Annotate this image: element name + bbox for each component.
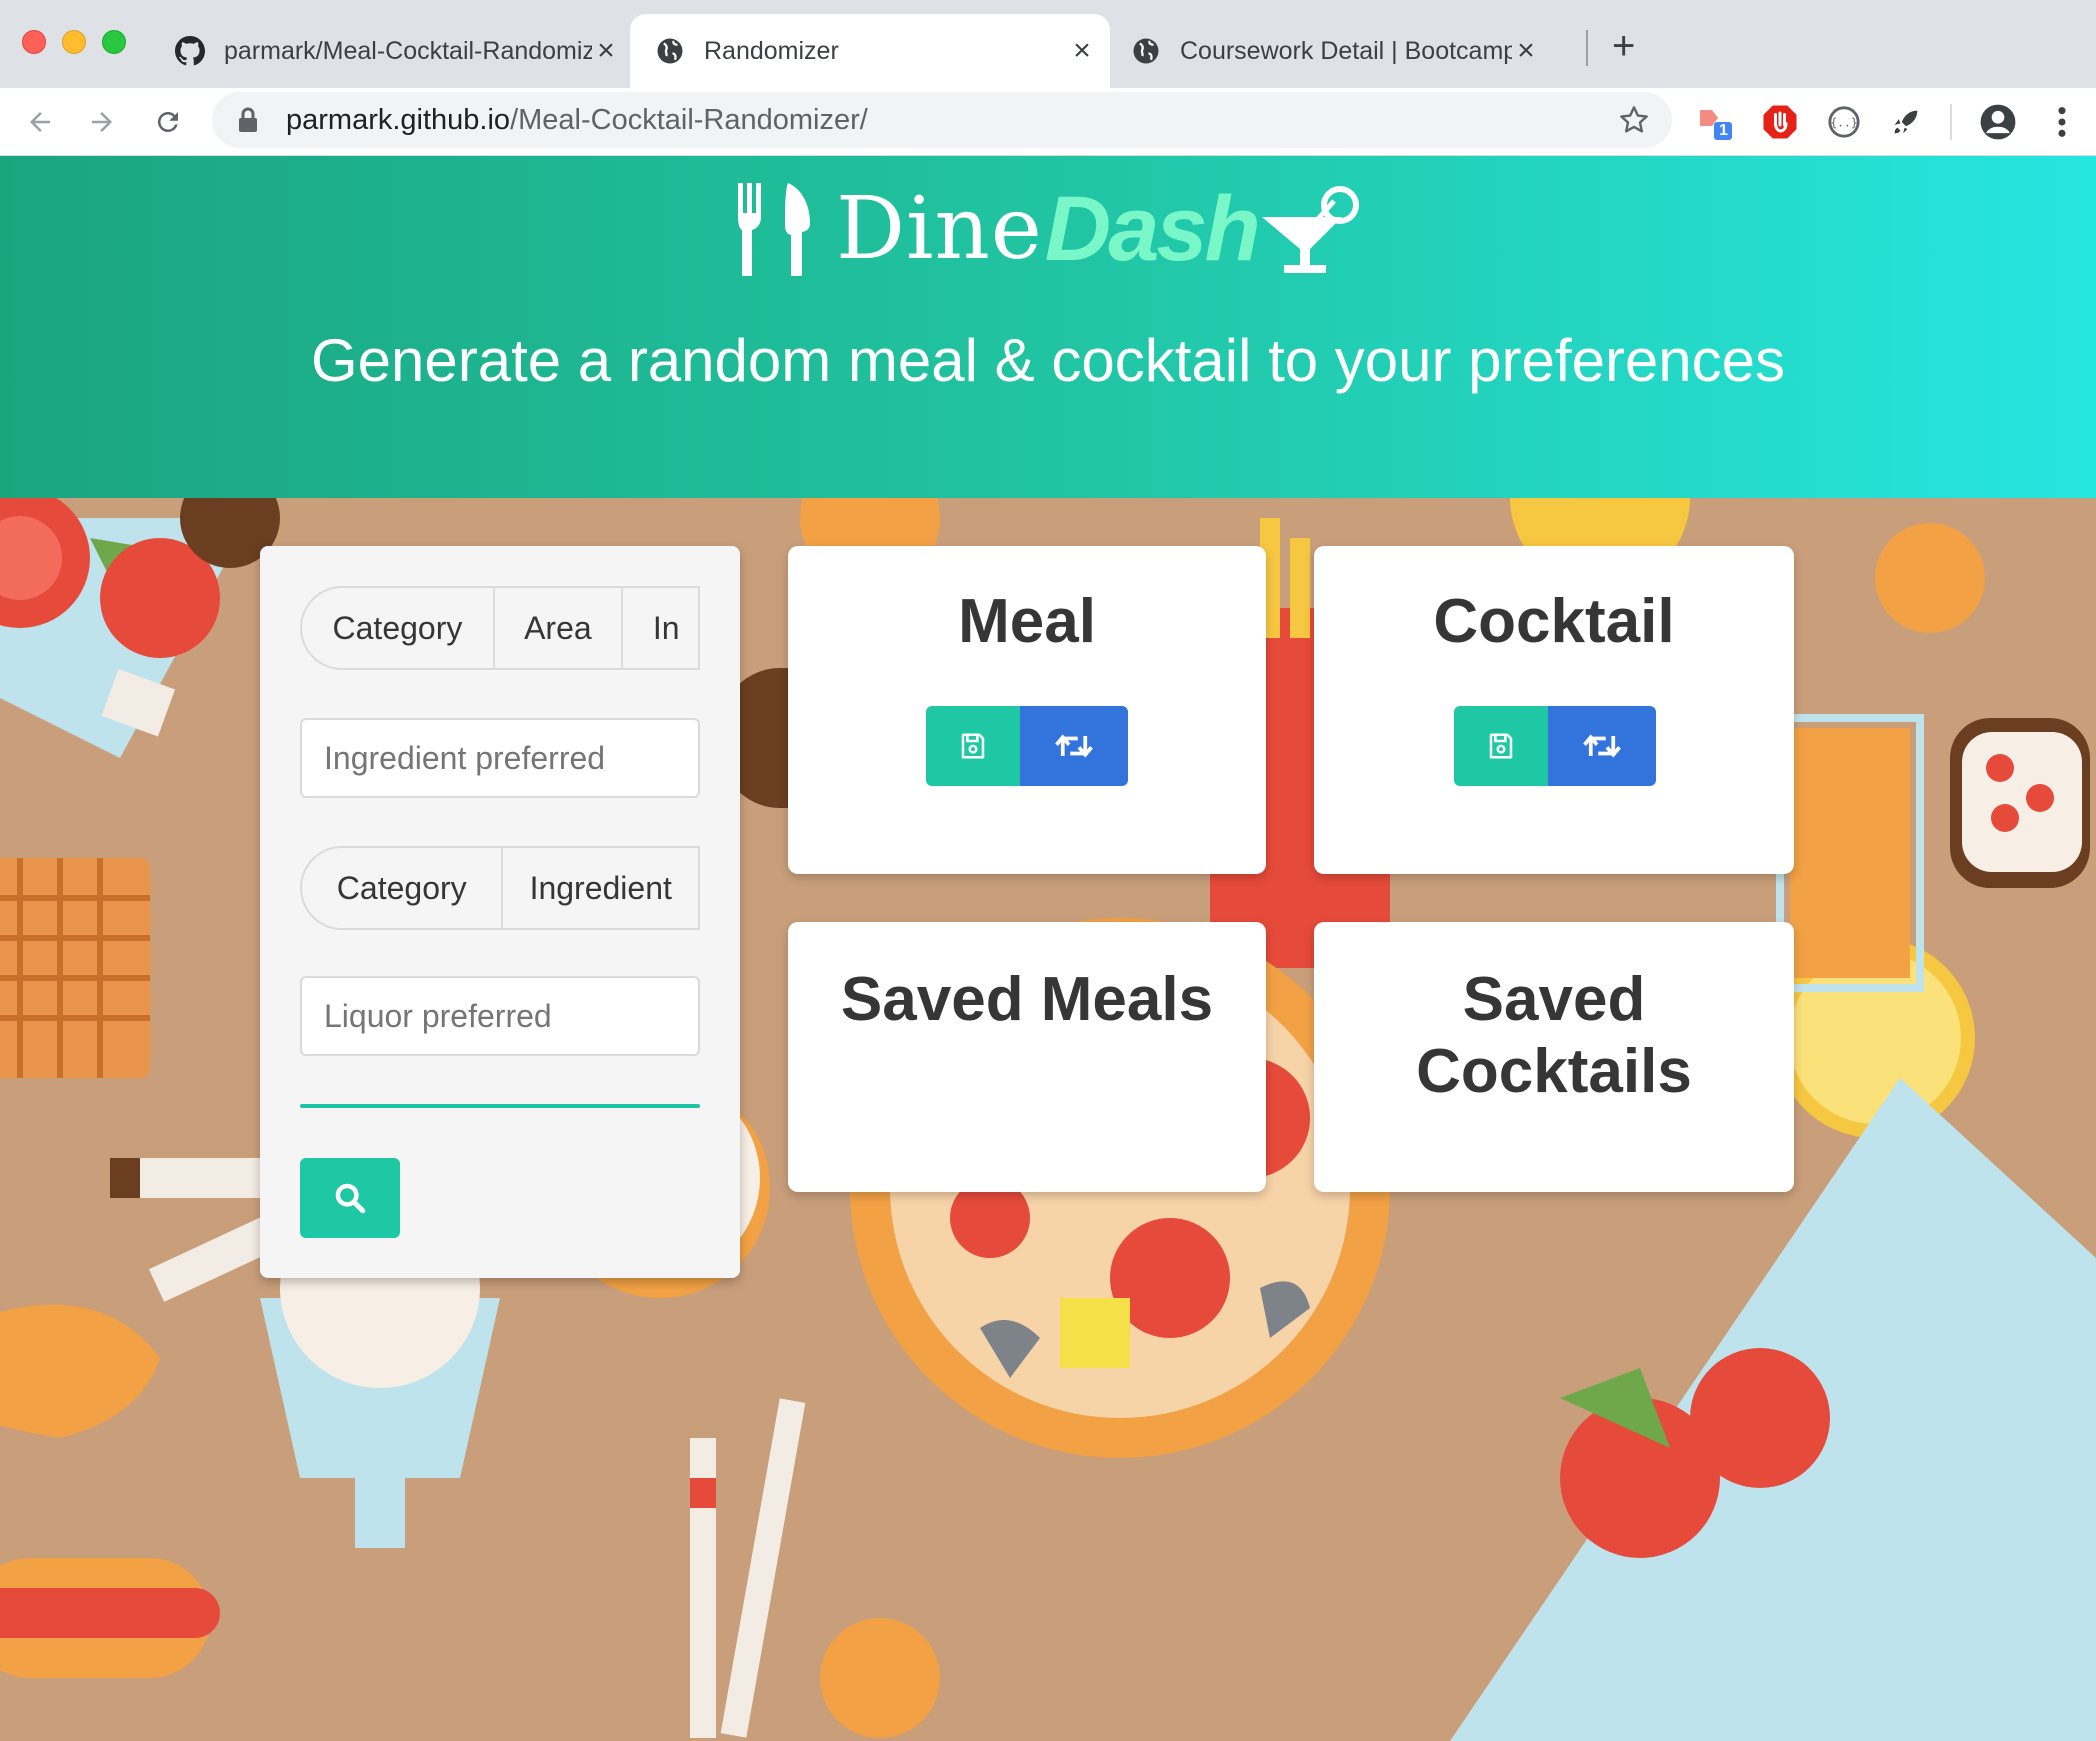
retweet-icon [1583,734,1621,758]
tab-title: Coursework Detail | Bootcamp Spot [1180,36,1512,65]
new-tab-button[interactable]: + [1612,24,1635,69]
panel-divider [300,1104,700,1108]
toolbar-separator [1950,104,1952,140]
save-meal-button[interactable] [926,706,1020,786]
dinedash-logo[interactable]: Dine Dash [736,174,1362,284]
browser-tab-strip: parmark/Meal-Cocktail-Randomizer × Rando… [0,0,2096,88]
meal-card-title: Meal [958,587,1096,656]
save-icon [961,733,985,759]
tab-github[interactable]: parmark/Meal-Cocktail-Randomizer × [160,14,620,88]
cocktail-button-group [1454,706,1656,786]
tab-randomizer[interactable]: Randomizer × [630,14,1110,88]
page-tagline: Generate a random meal & cocktail to you… [310,327,1786,394]
cocktail-card-title: Cocktail [1433,587,1675,656]
back-button[interactable] [18,100,62,144]
adblock-icon[interactable] [1760,102,1800,142]
rocket-icon[interactable] [1886,102,1926,142]
menu-kebab-icon[interactable] [2042,102,2082,142]
tab-bootcamp[interactable]: Coursework Detail | Bootcamp Spot × [1120,14,1540,88]
meal-card: Meal [788,546,1266,874]
filter-panel: Category Area In Category Ingredient [260,546,740,1278]
shuffle-cocktail-button[interactable] [1548,706,1656,786]
tab-cocktail-category[interactable]: Category [302,848,504,928]
extension-badge: 1 [1719,122,1728,139]
meal-button-group [926,706,1128,786]
retweet-icon [1055,734,1093,758]
window-close-button[interactable] [22,30,46,54]
svg-text:{..}: {..} [1830,115,1857,129]
liquor-input[interactable] [300,976,700,1056]
profile-avatar-icon[interactable] [1978,102,2018,142]
reload-button[interactable] [146,100,190,144]
url-text: parmark.github.io/Meal-Cocktail-Randomiz… [286,103,868,136]
logo-dash-text: Dash [1044,177,1261,280]
window-minimize-button[interactable] [62,30,86,54]
address-bar[interactable]: parmark.github.io/Meal-Cocktail-Randomiz… [212,92,1672,148]
tab-title: parmark/Meal-Cocktail-Randomizer [224,36,592,65]
close-icon[interactable]: × [1512,34,1540,68]
github-icon [174,35,206,67]
hero-header: Dine Dash Generate a random meal & cockt… [0,156,2096,498]
meal-ingredient-input[interactable] [300,718,700,798]
cocktail-card: Cocktail [1314,546,1794,874]
saved-meals-title: Saved Meals [840,965,1214,1034]
saved-cocktails-card: Saved Cocktails [1314,922,1794,1192]
json-viewer-icon[interactable]: {..} [1824,102,1864,142]
cocktail-glass-icon [1261,186,1359,273]
tab-meal-category[interactable]: Category [302,588,495,668]
reload-icon [157,111,178,132]
saved-cocktails-title: Saved Cocktails [1416,965,1692,1106]
window-zoom-button[interactable] [102,30,126,54]
globe-icon [1130,35,1162,67]
tab-title: Randomizer [704,36,839,65]
forward-button[interactable] [80,100,124,144]
search-icon [335,1183,366,1214]
tab-meal-area[interactable]: Area [495,588,623,668]
shuffle-meal-button[interactable] [1020,706,1128,786]
fork-knife-icon [738,183,810,276]
arrow-left-icon [30,112,50,132]
tab-meal-ingredient[interactable]: In [623,588,700,668]
globe-icon [654,35,686,67]
close-icon[interactable]: × [592,34,620,68]
logo-dine-text: Dine [836,179,1043,279]
browser-toolbar: parmark.github.io/Meal-Cocktail-Randomiz… [0,88,2096,156]
tab-cocktail-ingredient[interactable]: Ingredient [503,848,700,928]
tab-separator [1586,30,1588,66]
lock-icon[interactable] [238,107,266,133]
save-cocktail-button[interactable] [1454,706,1548,786]
search-button[interactable] [300,1158,400,1238]
bookmark-star-icon[interactable] [1618,104,1650,141]
extension-share-icon[interactable]: 1 [1696,102,1736,142]
cocktail-filter-tabs: Category Ingredient [300,846,700,930]
meal-filter-tabs: Category Area In [300,586,700,670]
saved-meals-card: Saved Meals [788,922,1266,1192]
save-icon [1489,733,1513,759]
close-icon[interactable]: × [1068,34,1096,68]
arrow-right-icon [92,112,112,132]
